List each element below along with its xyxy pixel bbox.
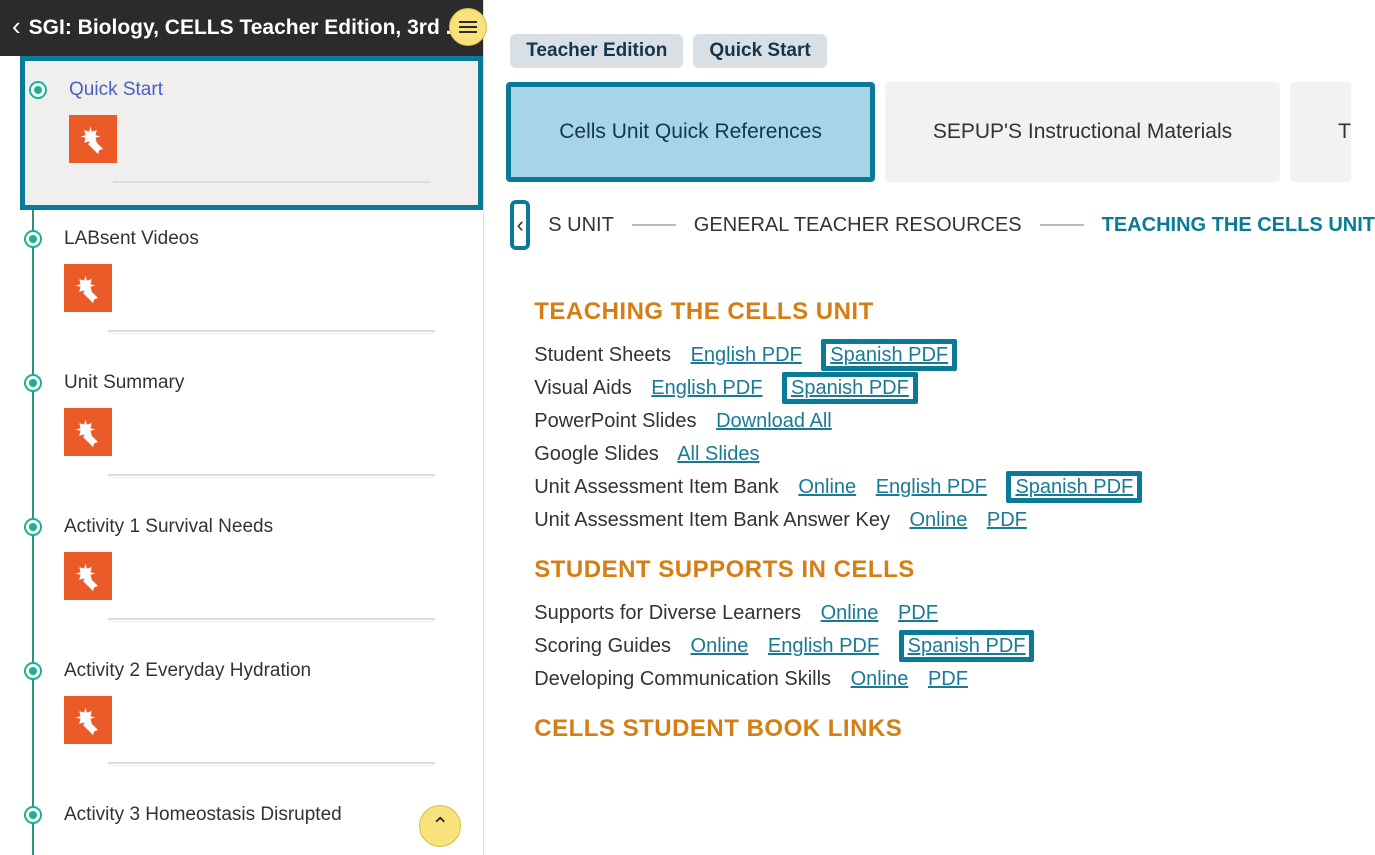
nav-item-quick-start[interactable]: Quick Start <box>20 56 483 210</box>
nav-item-unit-summary[interactable]: Unit Summary <box>20 354 483 498</box>
row-item-bank-key: Unit Assessment Item Bank Answer Key Onl… <box>534 509 1345 532</box>
anchor-s-unit[interactable]: S UNIT <box>548 214 614 237</box>
scroll-up-button[interactable]: ⌃ <box>419 805 461 847</box>
link-spanish-pdf[interactable]: Spanish PDF <box>782 372 918 404</box>
link-spanish-pdf[interactable]: Spanish PDF <box>1006 471 1142 503</box>
heading-student-supports: STUDENT SUPPORTS IN CELLS <box>534 556 1345 584</box>
link-pdf[interactable]: PDF <box>987 509 1027 531</box>
link-online[interactable]: Online <box>798 476 856 498</box>
crumb-teacher-edition[interactable]: Teacher Edition <box>510 34 683 68</box>
nav-item-activity-2[interactable]: Activity 2 Everyday Hydration <box>20 642 483 786</box>
click-here-icon[interactable] <box>64 408 112 456</box>
link-pdf[interactable]: PDF <box>898 602 938 624</box>
anchor-prev-button[interactable]: ‹ <box>510 200 530 250</box>
link-online[interactable]: Online <box>910 509 968 531</box>
row-powerpoint: PowerPoint Slides Download All <box>534 410 1345 433</box>
anchor-nav: ‹ S UNIT GENERAL TEACHER RESOURCES TEACH… <box>504 188 1375 260</box>
book-title: SGI: Biology, CELLS Teacher Edition, 3rd… <box>29 16 463 40</box>
heading-book-links: CELLS STUDENT BOOK LINKS <box>534 715 1345 743</box>
anchor-separator <box>632 224 676 226</box>
row-label: Unit Assessment Item Bank Answer Key <box>534 509 890 531</box>
link-english-pdf[interactable]: English PDF <box>876 476 987 498</box>
divider <box>108 330 435 334</box>
row-label: Developing Communication Skills <box>534 668 831 690</box>
link-online[interactable]: Online <box>691 635 749 657</box>
row-diverse-learners: Supports for Diverse Learners Online PDF <box>534 602 1345 625</box>
chevron-up-icon: ⌃ <box>431 813 449 839</box>
bullet-icon <box>29 81 47 99</box>
row-google-slides: Google Slides All Slides <box>534 443 1345 466</box>
link-spanish-pdf[interactable]: Spanish PDF <box>821 339 957 371</box>
row-student-sheets: Student Sheets English PDF Spanish PDF <box>534 344 1345 367</box>
row-label: PowerPoint Slides <box>534 410 696 432</box>
row-dev-comm-skills: Developing Communication Skills Online P… <box>534 668 1345 691</box>
breadcrumb: Teacher Edition Quick Start <box>504 34 1375 68</box>
divider <box>113 181 430 185</box>
row-label: Scoring Guides <box>534 635 671 657</box>
click-here-icon[interactable] <box>64 552 112 600</box>
nav-label: Activity 1 Survival Needs <box>64 516 459 538</box>
bullet-icon <box>24 806 42 824</box>
section-tabs: Cells Unit Quick References SEPUP'S Inst… <box>504 82 1375 182</box>
link-all-slides[interactable]: All Slides <box>677 443 759 465</box>
click-here-icon[interactable] <box>64 696 112 744</box>
link-pdf[interactable]: PDF <box>928 668 968 690</box>
hamburger-icon <box>459 21 477 33</box>
bullet-icon <box>24 518 42 536</box>
back-icon[interactable]: ‹ <box>12 13 29 43</box>
sidebar: ‹ SGI: Biology, CELLS Teacher Edition, 3… <box>0 0 484 855</box>
nav-label: LABsent Videos <box>64 228 459 250</box>
anchor-separator <box>1040 224 1084 226</box>
divider <box>108 618 435 622</box>
link-online[interactable]: Online <box>851 668 909 690</box>
divider <box>108 762 435 766</box>
heading-teaching-cells: TEACHING THE CELLS UNIT <box>534 298 1345 326</box>
tab-quick-references[interactable]: Cells Unit Quick References <box>506 82 875 182</box>
crumb-quick-start[interactable]: Quick Start <box>693 34 826 68</box>
row-label: Visual Aids <box>534 377 631 399</box>
tab-instructional-materials[interactable]: SEPUP'S Instructional Materials <box>885 82 1280 182</box>
link-online[interactable]: Online <box>821 602 879 624</box>
row-label: Student Sheets <box>534 344 671 366</box>
link-english-pdf[interactable]: English PDF <box>768 635 879 657</box>
sidebar-header: ‹ SGI: Biology, CELLS Teacher Edition, 3… <box>0 0 483 56</box>
bullet-icon <box>24 374 42 392</box>
row-label: Supports for Diverse Learners <box>534 602 801 624</box>
row-item-bank: Unit Assessment Item Bank Online English… <box>534 476 1345 499</box>
nav-label: Activity 3 Homeostasis Disrupted <box>64 804 459 826</box>
link-download-all[interactable]: Download All <box>716 410 832 432</box>
row-scoring-guides: Scoring Guides Online English PDF Spanis… <box>534 635 1345 658</box>
nav-item-activity-1[interactable]: Activity 1 Survival Needs <box>20 498 483 642</box>
content: TEACHING THE CELLS UNIT Student Sheets E… <box>504 260 1375 743</box>
row-label: Unit Assessment Item Bank <box>534 476 779 498</box>
nav-label: Activity 2 Everyday Hydration <box>64 660 459 682</box>
app-root: ‹ SGI: Biology, CELLS Teacher Edition, 3… <box>0 0 1375 855</box>
click-here-icon[interactable] <box>69 115 117 163</box>
anchor-teaching-cells[interactable]: TEACHING THE CELLS UNIT <box>1102 214 1375 237</box>
toc-toggle-button[interactable] <box>449 8 487 46</box>
tab-next-partial[interactable]: T <box>1290 82 1351 182</box>
sidebar-body: Quick Start LABsent Videos Unit Summary <box>0 56 483 855</box>
row-label: Google Slides <box>534 443 659 465</box>
bullet-icon <box>24 662 42 680</box>
bullet-icon <box>24 230 42 248</box>
main-panel: Teacher Edition Quick Start Cells Unit Q… <box>484 0 1375 855</box>
link-english-pdf[interactable]: English PDF <box>691 344 802 366</box>
nav-label: Unit Summary <box>64 372 459 394</box>
nav-item-activity-3[interactable]: Activity 3 Homeostasis Disrupted <box>20 786 483 826</box>
row-visual-aids: Visual Aids English PDF Spanish PDF <box>534 377 1345 400</box>
anchor-general-resources[interactable]: GENERAL TEACHER RESOURCES <box>694 214 1022 237</box>
link-english-pdf[interactable]: English PDF <box>651 377 762 399</box>
link-spanish-pdf[interactable]: Spanish PDF <box>899 630 1035 662</box>
click-here-icon[interactable] <box>64 264 112 312</box>
nav-label: Quick Start <box>69 79 454 101</box>
divider <box>108 474 435 478</box>
nav-item-labsent-videos[interactable]: LABsent Videos <box>20 210 483 354</box>
